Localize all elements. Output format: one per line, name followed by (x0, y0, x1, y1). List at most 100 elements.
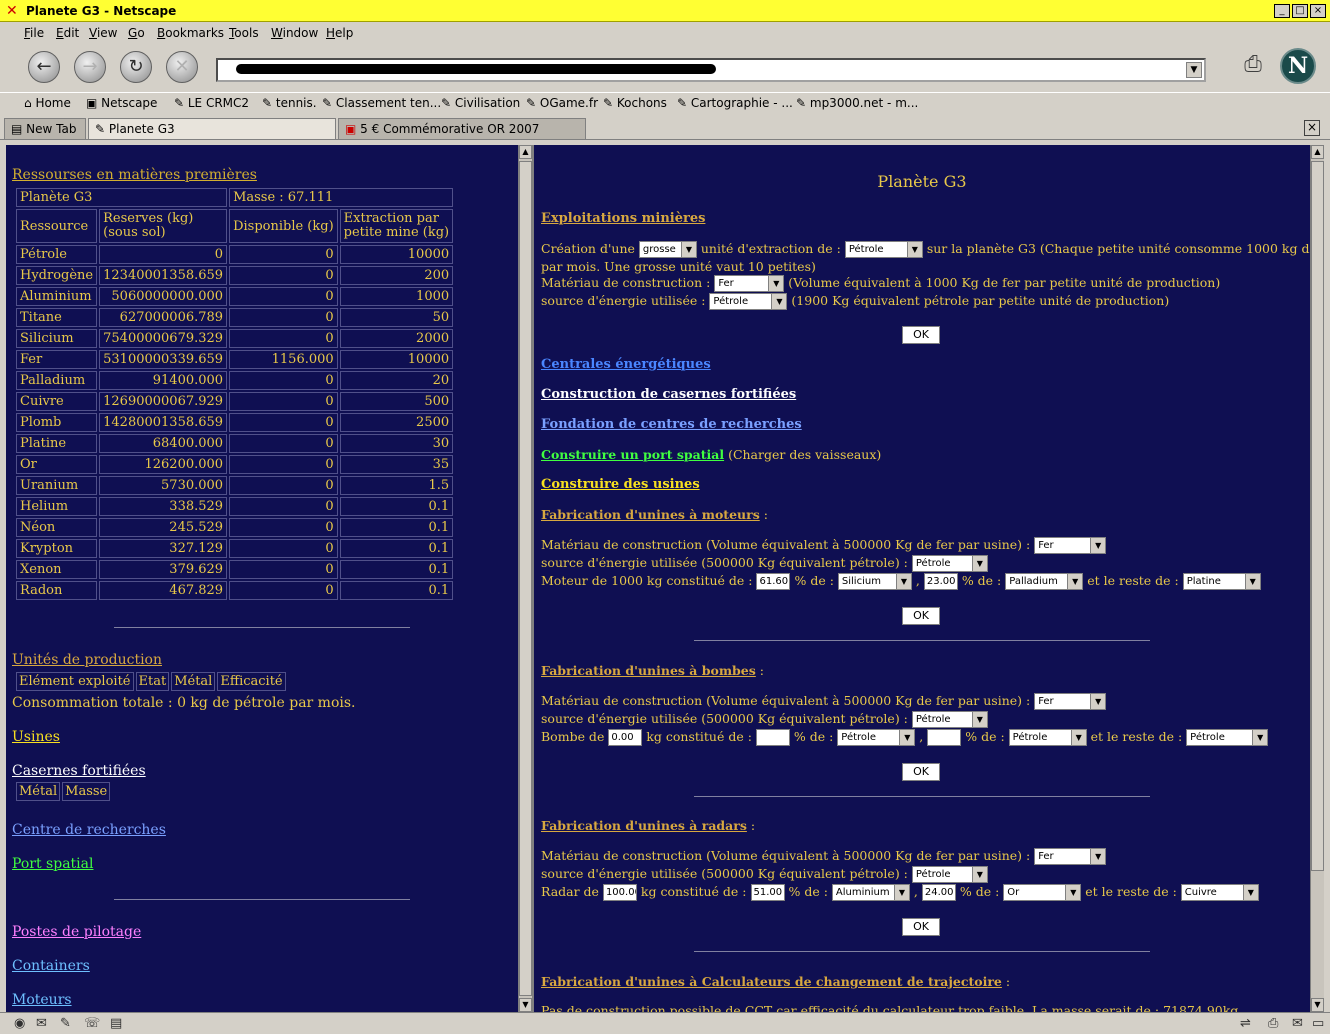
left-scrollbar[interactable]: ▲ ▼ (518, 145, 532, 1012)
cct-factory-title[interactable]: Fabrication d'unines à Calculateurs de c… (541, 974, 1002, 989)
left-frame: Ressourses en matières premières Planète… (6, 145, 518, 1012)
engines-percent-2-input[interactable]: 23.00 (923, 573, 958, 590)
menu-help[interactable]: Help (326, 26, 353, 40)
resources-title[interactable]: Ressourses en matières premières (12, 167, 257, 183)
radars-mass-input[interactable]: 100.00 (602, 884, 637, 901)
research-foundation-link[interactable]: Fondation de centres de recherches (541, 417, 802, 432)
bombs-factory-title[interactable]: Fabrication d'unines à bombes (541, 663, 756, 678)
radars-percent-1-input[interactable]: 51.00 (750, 884, 785, 901)
engines-link[interactable]: Moteurs (12, 992, 72, 1008)
spaceport-build-link[interactable]: Construire un port spatial (541, 447, 724, 462)
research-center-link[interactable]: Centre de recherches (12, 822, 166, 838)
maximize-button[interactable]: □ (1292, 4, 1308, 18)
bombs-material-select[interactable]: Fer (1034, 693, 1107, 710)
barracks-construction-link[interactable]: Construction de casernes fortifiées (541, 387, 796, 402)
bombs-material-2-select[interactable]: Pétrole (1008, 729, 1087, 746)
factories-build-link[interactable]: Construire des usines (541, 477, 700, 492)
url-dropdown-icon[interactable]: ▼ (1186, 62, 1202, 78)
bookmark-cartographie[interactable]: ✎ Cartographie - ... (677, 96, 793, 110)
extraction-cell: 0.1 (339, 560, 454, 579)
production-units-title[interactable]: Unités de production (12, 652, 162, 668)
cockpits-link[interactable]: Postes de pilotage (12, 924, 141, 940)
scroll-up-icon[interactable]: ▲ (1311, 145, 1324, 159)
mine-energy-select[interactable]: Pétrole (709, 293, 788, 310)
scroll-thumb[interactable] (519, 161, 532, 996)
menu-edit[interactable]: Edit (56, 26, 79, 40)
close-tab-icon[interactable]: × (1304, 120, 1320, 136)
scroll-down-icon[interactable]: ▼ (519, 998, 532, 1012)
netscape-throbber-icon[interactable]: N (1280, 48, 1316, 84)
bombs-material-1-select[interactable]: Pétrole (837, 729, 916, 746)
mine-resource-select[interactable]: Pétrole (844, 241, 923, 258)
engines-material-1-select[interactable]: Silicium (837, 573, 912, 590)
engines-material-2-select[interactable]: Palladium (1005, 573, 1084, 590)
radars-material-select[interactable]: Fer (1034, 848, 1107, 865)
reload-button[interactable]: ↻ (120, 51, 152, 83)
bombs-material-3-select[interactable]: Pétrole (1186, 729, 1269, 746)
menu-bookmarks[interactable]: Bookmarks (157, 26, 224, 40)
tab-planete-g3[interactable]: ✎ Planete G3 (88, 118, 336, 139)
radars-material-1-select[interactable]: Aluminium (831, 884, 910, 901)
bookmark-classement[interactable]: ✎ Classement ten... (322, 96, 441, 110)
power-plants-link[interactable]: Centrales énergétiques (541, 357, 711, 372)
engines-factory-title[interactable]: Fabrication d'unines à moteurs (541, 507, 760, 522)
engines-percent-1-input[interactable]: 61.60 (756, 573, 791, 590)
engines-material-3-select[interactable]: Platine (1182, 573, 1261, 590)
bookmark-tennis[interactable]: ✎ tennis. (262, 96, 317, 110)
scroll-up-icon[interactable]: ▲ (519, 145, 532, 159)
menu-file[interactable]: File (24, 26, 44, 40)
scroll-down-icon[interactable]: ▼ (1311, 998, 1324, 1012)
factories-link[interactable]: Usines (12, 729, 60, 745)
menu-window[interactable]: Window (271, 26, 318, 40)
composer-icon[interactable]: ✎ (60, 1016, 71, 1031)
barracks-link[interactable]: Casernes fortifiées (12, 763, 146, 779)
right-scrollbar[interactable]: ▲ ▼ (1310, 145, 1324, 1012)
tab-new-tab[interactable]: ▤ New Tab (4, 118, 86, 139)
radars-material-2-select[interactable]: Or (1003, 884, 1082, 901)
bombs-percent-1-input[interactable] (755, 729, 790, 746)
forward-button[interactable]: → (74, 51, 106, 83)
radars-percent-2-input[interactable]: 24.00 (921, 884, 956, 901)
containers-link[interactable]: Containers (12, 958, 90, 974)
address-book-icon[interactable]: ☏ (84, 1016, 100, 1031)
bombs-ok-button[interactable]: OK (902, 763, 940, 781)
radars-material-3-select[interactable]: Cuivre (1180, 884, 1259, 901)
mail-icon[interactable]: ✉ (36, 1016, 47, 1031)
bookmark-kochons[interactable]: ✎ Kochons (603, 96, 667, 110)
bookmark-ogame[interactable]: ✎ OGame.fr (526, 96, 598, 110)
bombs-energy-select[interactable]: Pétrole (911, 711, 988, 728)
spaceport-link[interactable]: Port spatial (12, 856, 93, 872)
mine-ok-button[interactable]: OK (902, 326, 940, 344)
radars-energy-select[interactable]: Pétrole (911, 866, 988, 883)
radars-energy-line: source d'énergie utilisée (500000 Kg équ… (541, 866, 988, 883)
bombs-percent-2-input[interactable] (927, 729, 962, 746)
url-input[interactable]: ▼ (216, 58, 1206, 82)
scroll-thumb[interactable] (1311, 161, 1324, 871)
bookmark-mp3000[interactable]: ✎ mp3000.net - m... (796, 96, 918, 110)
radars-factory-title[interactable]: Fabrication d'unines à radars (541, 818, 747, 833)
minimize-button[interactable]: _ (1274, 4, 1290, 18)
menu-tools[interactable]: Tools (229, 26, 259, 40)
mine-size-select[interactable]: grosse (638, 241, 697, 258)
bombs-mass-input[interactable]: 0.00 (608, 729, 643, 746)
stop-button[interactable]: ✕ (166, 51, 198, 83)
resource-row: Or 126200.000 0 35 (16, 455, 454, 474)
mines-title[interactable]: Exploitations minières (541, 211, 705, 226)
engines-energy-select[interactable]: Pétrole (911, 555, 988, 572)
bookmark-home[interactable]: ⌂ Home (24, 96, 71, 110)
navigator-icon[interactable]: ◉ (14, 1016, 25, 1031)
print-icon[interactable]: ⎙ (1238, 52, 1268, 80)
mine-material-select[interactable]: Fer (714, 275, 785, 292)
bookmark-netscape[interactable]: ▣ Netscape (86, 96, 157, 110)
engines-ok-button[interactable]: OK (902, 607, 940, 625)
back-button[interactable]: ← (28, 51, 60, 83)
bookmark-civilisation[interactable]: ✎ Civilisation (441, 96, 520, 110)
engines-material-select[interactable]: Fer (1034, 537, 1107, 554)
chat-icon[interactable]: ▤ (110, 1016, 122, 1031)
close-window-button[interactable]: × (1310, 4, 1326, 18)
menu-view[interactable]: View (89, 26, 117, 40)
menu-go[interactable]: Go (128, 26, 145, 40)
tab-commemorative[interactable]: ▣ 5 € Commémorative OR 2007 (338, 118, 586, 139)
radars-ok-button[interactable]: OK (902, 918, 940, 936)
bookmark-crmc2[interactable]: ✎ LE CRMC2 (174, 96, 249, 110)
